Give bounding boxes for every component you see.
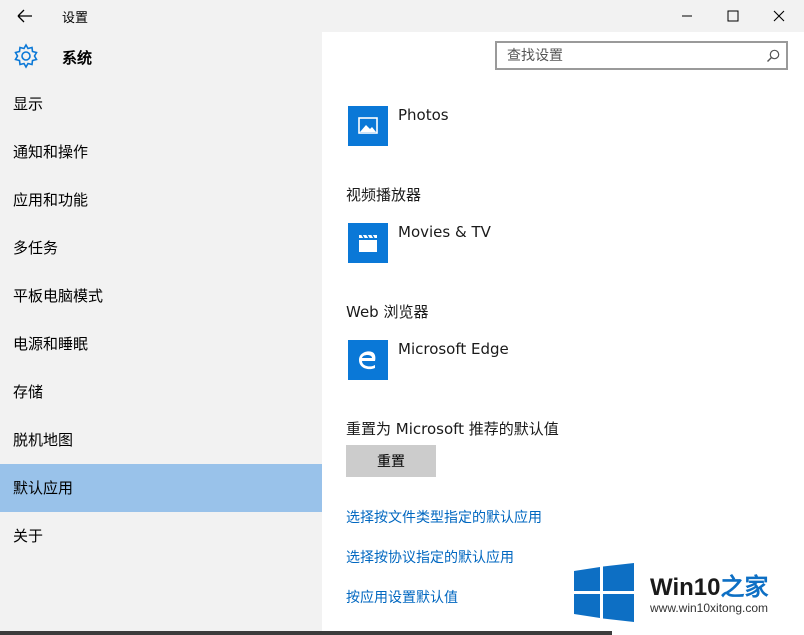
sidebar-item-multitasking[interactable]: 多任务: [0, 224, 322, 272]
web-browser-app-name: Microsoft Edge: [398, 340, 509, 358]
sidebar-header: 系统: [0, 32, 322, 80]
photo-viewer-heading-fragment: [346, 80, 420, 82]
back-button[interactable]: [14, 6, 36, 26]
link-set-defaults-by-app[interactable]: 按应用设置默认值: [346, 587, 458, 607]
sidebar-title: 系统: [62, 49, 93, 67]
content-pane: Photos 视频播放器 Movies & TV Web 浏览器 Microso…: [322, 80, 804, 635]
video-player-app-name: Movies & TV: [398, 223, 491, 241]
watermark-brand-suffix: 之家: [720, 574, 769, 601]
sidebar-item-notifications[interactable]: 通知和操作: [0, 128, 322, 176]
sidebar-item-tablet-mode[interactable]: 平板电脑模式: [0, 272, 322, 320]
sidebar-item-apps-features[interactable]: 应用和功能: [0, 176, 322, 224]
photos-icon: [348, 106, 388, 146]
sidebar-item-storage[interactable]: 存储: [0, 368, 322, 416]
web-browser-app[interactable]: Microsoft Edge: [348, 340, 648, 380]
bottom-edge-strip: [0, 631, 612, 635]
window-title: 设置: [62, 11, 89, 26]
video-player-heading: 视频播放器: [346, 186, 422, 204]
title-bar: 设置: [0, 0, 804, 32]
movies-icon: [348, 223, 388, 263]
minimize-button[interactable]: [672, 4, 702, 28]
photo-viewer-heading-clipped: [346, 80, 420, 86]
reset-heading: 重置为 Microsoft 推荐的默认值: [346, 420, 559, 438]
close-icon: [773, 10, 785, 22]
sidebar-item-display[interactable]: 显示: [0, 80, 322, 128]
gear-icon: [14, 43, 38, 69]
windows-logo-icon: [574, 563, 634, 622]
link-defaults-by-protocol[interactable]: 选择按协议指定的默认应用: [346, 547, 514, 567]
maximize-icon: [727, 10, 739, 22]
search-box: [495, 41, 788, 70]
sidebar-item-about[interactable]: 关于: [0, 512, 322, 560]
sidebar-nav: 显示 通知和操作 应用和功能 多任务 平板电脑模式 电源和睡眠 存储 脱机地图 …: [0, 80, 322, 560]
watermark-brand: Win10之家: [650, 567, 768, 602]
maximize-button[interactable]: [718, 4, 748, 28]
video-player-app[interactable]: Movies & TV: [348, 223, 648, 263]
search-icon[interactable]: [765, 48, 781, 64]
arrow-left-icon: [17, 9, 32, 23]
edge-icon: [348, 340, 388, 380]
watermark: Win10之家 www.win10xitong.com: [572, 563, 800, 625]
photo-viewer-app[interactable]: Photos: [348, 106, 648, 146]
search-input[interactable]: [497, 43, 777, 68]
link-defaults-by-file-type[interactable]: 选择按文件类型指定的默认应用: [346, 507, 542, 527]
watermark-url: www.win10xitong.com: [650, 601, 769, 615]
photo-viewer-app-name: Photos: [398, 106, 449, 124]
sidebar-item-power-sleep[interactable]: 电源和睡眠: [0, 320, 322, 368]
web-browser-heading: Web 浏览器: [346, 303, 429, 321]
watermark-brand-name: Win10: [650, 574, 721, 601]
sidebar: 系统 显示 通知和操作 应用和功能 多任务 平板电脑模式 电源和睡眠 存储 脱机…: [0, 32, 322, 635]
minimize-icon: [682, 15, 692, 17]
sidebar-item-offline-maps[interactable]: 脱机地图: [0, 416, 322, 464]
reset-button[interactable]: 重置: [346, 445, 436, 477]
close-button[interactable]: [764, 4, 794, 28]
sidebar-item-default-apps[interactable]: 默认应用: [0, 464, 322, 512]
